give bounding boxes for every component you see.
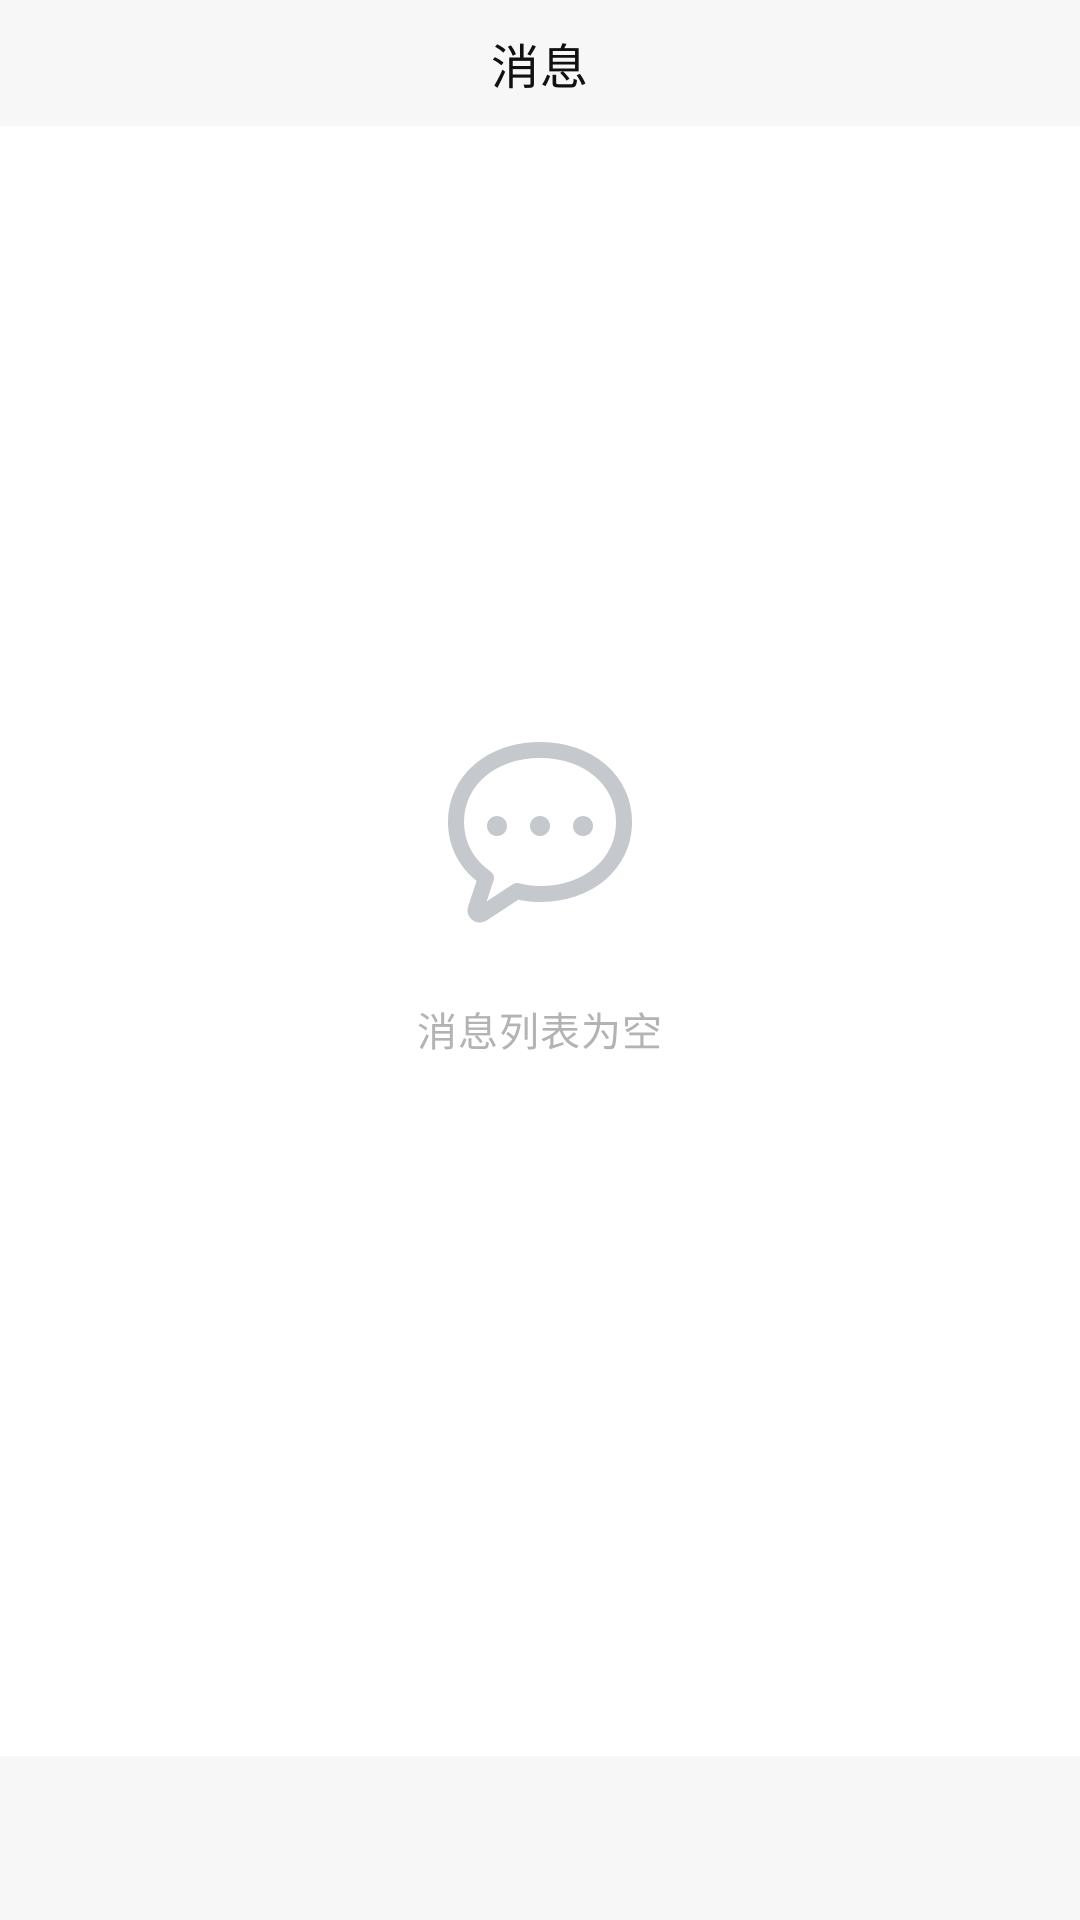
app-screen: 消息 消息列表为空 (0, 0, 1080, 1920)
empty-message: 消息列表为空 (417, 1010, 663, 1056)
message-list: 消息列表为空 (0, 126, 1080, 1756)
chat-bubble-icon (448, 742, 632, 923)
bottom-bar (0, 1756, 1080, 1920)
top-navigation-bar: 消息 (0, 0, 1080, 126)
page-title: 消息 (490, 40, 589, 96)
empty-state: 消息列表为空 (0, 742, 1080, 1058)
